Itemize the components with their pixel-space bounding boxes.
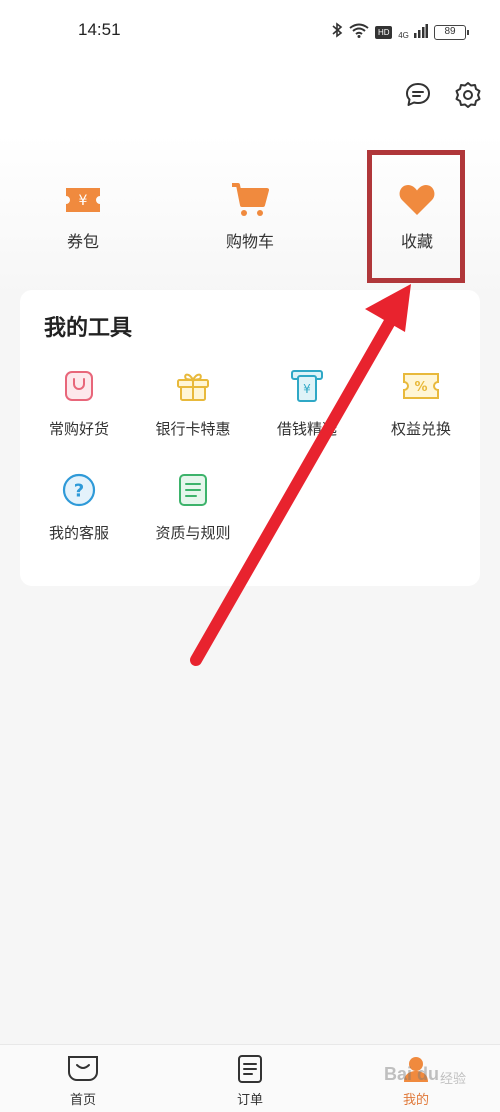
- tool-frequent-goods[interactable]: 常购好货: [24, 366, 134, 439]
- question-circle-icon: ?: [24, 470, 134, 510]
- svg-text:¥: ¥: [79, 193, 88, 209]
- shopping-cart-icon: [195, 180, 305, 220]
- battery-indicator: 89: [434, 24, 469, 40]
- signal-label: 4G: [398, 30, 409, 40]
- shopping-bag-icon: [24, 366, 134, 406]
- wifi-icon: [349, 23, 369, 42]
- message-button[interactable]: [403, 80, 433, 110]
- atm-cash-icon: ¥: [252, 366, 362, 406]
- tool-label: 常购好货: [48, 420, 109, 438]
- watermark-logo: Bai du: [384, 1064, 440, 1084]
- settings-button[interactable]: [453, 80, 483, 110]
- tool-label: 资质与规则: [155, 524, 231, 542]
- chat-bubble-icon: [406, 83, 430, 106]
- status-icons: HD 4G 89: [331, 22, 469, 42]
- tool-qualifications-rules[interactable]: 资质与规则: [138, 470, 248, 543]
- signal-icon: 4G: [398, 23, 428, 42]
- my-tools-title: 我的工具: [44, 316, 133, 341]
- tool-label: 银行卡特惠: [155, 420, 231, 438]
- nav-home-label: 首页: [69, 1093, 96, 1108]
- svg-text:¥: ¥: [303, 382, 311, 396]
- coupon-wallet-label: 券包: [66, 232, 99, 251]
- tool-label: 我的客服: [48, 524, 109, 542]
- watermark-text: 经验: [440, 1072, 467, 1087]
- nav-mine-label: 我的: [402, 1093, 429, 1108]
- tool-label: 权益兑换: [390, 420, 451, 438]
- nav-home[interactable]: 首页: [33, 1053, 133, 1108]
- nav-orders[interactable]: 订单: [200, 1053, 300, 1108]
- document-icon: [138, 470, 248, 510]
- order-list-icon: [200, 1053, 300, 1085]
- home-icon: [33, 1053, 133, 1085]
- coupon-wallet-button[interactable]: ¥ 券包: [28, 180, 138, 252]
- gear-icon: [455, 82, 481, 108]
- tool-label: 借钱精选: [276, 420, 337, 438]
- bluetooth-icon: [331, 22, 343, 42]
- status-bar: 14:51 HD 4G 89: [0, 0, 500, 62]
- my-tools-card: 我的工具 常购好货 银行卡特惠 ¥ 借钱精选 % 权益兑换 ? 我的客服 资质与…: [20, 290, 480, 586]
- nav-orders-label: 订单: [236, 1093, 263, 1108]
- tool-loan-picks[interactable]: ¥ 借钱精选: [252, 366, 362, 439]
- svg-text:%: %: [414, 380, 427, 395]
- tool-customer-service[interactable]: ? 我的客服: [24, 470, 134, 543]
- gift-icon: [138, 366, 248, 406]
- tool-rights-exchange[interactable]: % 权益兑换: [366, 366, 476, 439]
- hd-badge: HD: [375, 25, 393, 39]
- shopping-cart-label: 购物车: [225, 232, 274, 251]
- coupon-ticket-icon: ¥: [28, 180, 138, 220]
- svg-text:?: ?: [74, 481, 84, 502]
- status-time: 14:51: [78, 20, 121, 39]
- favorites-highlight-box: [367, 150, 465, 283]
- tool-bank-card-deals[interactable]: 银行卡特惠: [138, 366, 248, 439]
- percent-ticket-icon: %: [366, 366, 476, 406]
- shopping-cart-button[interactable]: 购物车: [195, 180, 305, 252]
